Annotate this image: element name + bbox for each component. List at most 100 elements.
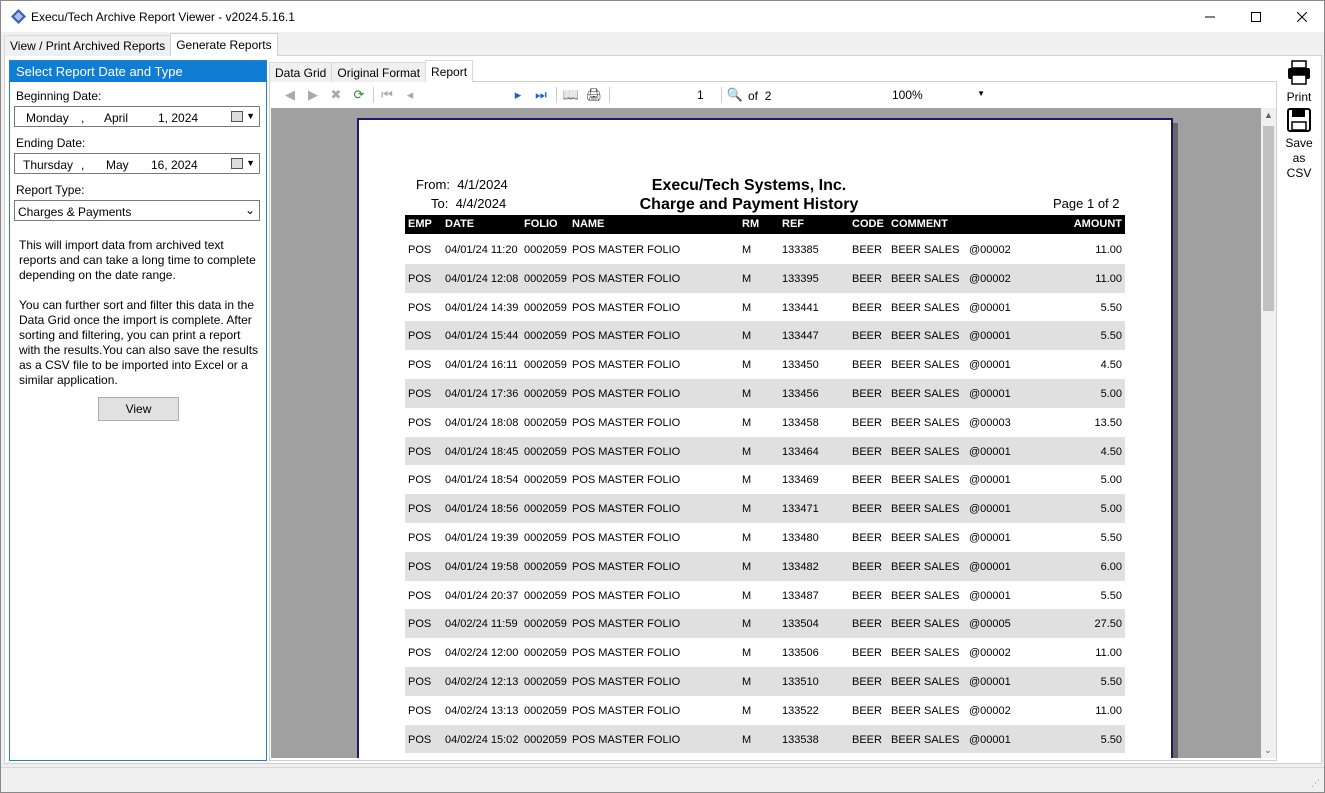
report-viewer-canvas: From: 4/1/2024 To: 4/4/2024 Execu/Tech S…	[271, 108, 1261, 758]
help-text-import: This will import data from archived text…	[19, 238, 256, 282]
last-page-icon[interactable]: ⏭	[533, 87, 549, 103]
tab-data-grid[interactable]: Data Grid	[269, 62, 333, 82]
first-page-icon[interactable]: ⏮	[379, 87, 395, 103]
toolbar-separator	[556, 87, 557, 103]
tab-report[interactable]: Report	[425, 60, 474, 82]
page-setup-icon[interactable]: 🖨	[586, 87, 603, 103]
table-row: POS 04/02/24 12:13 0002059 POS MASTER FOLIO…	[405, 666, 1125, 696]
cell-comment: BEER SALES	[891, 474, 960, 487]
cell-emp: POS	[408, 445, 432, 458]
cell-qty: @00001	[969, 474, 1011, 487]
cell-emp: POS	[408, 359, 432, 372]
stop-icon[interactable]: ✖	[328, 87, 344, 103]
zoom-select[interactable]: 100% ▼	[887, 86, 989, 104]
cell-rm: M	[742, 387, 752, 400]
cell-date: 04/02/24 11:59	[445, 618, 518, 631]
cell-folio: 0002059	[524, 474, 567, 487]
cell-comment: BEER SALES	[891, 733, 960, 746]
print-label: Print	[1286, 90, 1312, 104]
ending-date-picker[interactable]: Thursday , May 16, 2024 ▼	[14, 153, 260, 174]
maximize-button[interactable]	[1233, 1, 1279, 32]
cell-name: POS MASTER FOLIO	[572, 330, 681, 343]
cell-comment: BEER SALES	[891, 618, 960, 631]
cell-code: BEER	[852, 675, 882, 688]
cell-folio: 0002059	[524, 589, 567, 602]
toolbar-separator	[373, 87, 374, 103]
cell-emp: POS	[408, 704, 432, 717]
scroll-down-icon[interactable]: ⌄	[1264, 745, 1272, 756]
resize-grip-icon[interactable]: ⋰	[1311, 778, 1320, 789]
viewer-scrollbar[interactable]: ▲ ⌄	[1261, 108, 1276, 758]
close-button[interactable]	[1279, 1, 1325, 32]
cell-name: POS MASTER FOLIO	[572, 474, 681, 487]
cell-comment: BEER SALES	[891, 301, 960, 314]
cell-qty: @00001	[969, 503, 1011, 516]
cell-ref: 133456	[782, 387, 819, 400]
save-csv-button[interactable]: Save as CSV	[1280, 108, 1318, 181]
cell-code: BEER	[852, 330, 882, 343]
calendar-icon[interactable]	[231, 111, 243, 122]
tab-original-format[interactable]: Original Format	[331, 62, 427, 82]
minimize-button[interactable]	[1187, 1, 1233, 32]
cell-amount: 11.00	[1095, 244, 1122, 256]
chevron-down-icon[interactable]: ▼	[246, 111, 255, 121]
table-row: POS 04/01/24 15:44 0002059 POS MASTER FOLIO…	[405, 321, 1125, 351]
search-icon[interactable]: 🔍	[727, 87, 743, 103]
scroll-up-icon[interactable]: ▲	[1264, 110, 1273, 120]
col-name: NAME	[572, 218, 605, 230]
table-row: POS 04/01/24 12:08 0002059 POS MASTER FOLIO…	[405, 263, 1125, 293]
cell-ref: 133385	[782, 244, 819, 256]
cell-name: POS MASTER FOLIO	[572, 359, 681, 372]
print-button[interactable]: Print	[1280, 60, 1318, 105]
scrollbar-thumb[interactable]	[1263, 126, 1274, 311]
cell-qty: @00001	[969, 359, 1011, 372]
cell-comment: BEER SALES	[891, 387, 960, 400]
cell-rm: M	[742, 618, 752, 631]
cell-qty: @00002	[969, 244, 1011, 256]
cell-emp: POS	[408, 675, 432, 688]
print-layout-icon[interactable]: 📖	[563, 87, 579, 103]
chevron-down-icon[interactable]: ⌄	[245, 203, 255, 217]
cell-date: 04/02/24 13:13	[445, 704, 519, 717]
report-page-number: Page 1 of 2	[1053, 196, 1120, 211]
table-row: POS 04/02/24 13:13 0002059 POS MASTER FOLIO…	[405, 696, 1125, 725]
cell-date: 04/01/24 19:39	[445, 531, 519, 544]
forward-icon[interactable]: ▶	[305, 87, 321, 103]
previous-page-icon[interactable]: ◂	[402, 87, 418, 103]
cell-emp: POS	[408, 560, 432, 573]
beginning-month: April	[104, 111, 129, 125]
cell-emp: POS	[408, 474, 432, 487]
tab-generate-reports[interactable]: Generate Reports	[170, 33, 278, 56]
cell-code: BEER	[852, 647, 882, 660]
close-icon	[1297, 11, 1307, 22]
cell-date: 04/01/24 18:56	[445, 503, 519, 516]
cell-amount: 5.00	[1100, 474, 1122, 487]
cell-comment: BEER SALES	[891, 704, 960, 717]
cell-date: 04/01/24 18:08	[445, 416, 519, 429]
report-title-text: Charge and Payment History	[639, 196, 859, 213]
main-tab-strip: View / Print Archived Reports Generate R…	[4, 33, 278, 56]
cell-rm: M	[742, 647, 752, 660]
report-type-select[interactable]: Charges & Payments ⌄	[14, 200, 260, 221]
report-column-headers: EMP DATE FOLIO NAME RM REF CODE COMMENT …	[405, 215, 1125, 234]
cell-qty: @00001	[969, 560, 1011, 573]
refresh-icon[interactable]: ⟳	[351, 87, 367, 103]
cell-folio: 0002059	[524, 675, 567, 688]
view-button[interactable]: View	[98, 397, 179, 421]
cell-amount: 5.50	[1100, 675, 1122, 688]
next-page-icon[interactable]: ▸	[510, 87, 526, 103]
back-icon[interactable]: ◀	[282, 87, 298, 103]
cell-code: BEER	[852, 560, 882, 573]
cell-amount: 27.50	[1094, 618, 1122, 631]
tab-view-print-archived[interactable]: View / Print Archived Reports	[4, 35, 172, 56]
cell-comment: BEER SALES	[891, 503, 960, 516]
cell-name: POS MASTER FOLIO	[572, 301, 681, 314]
cell-name: POS MASTER FOLIO	[572, 445, 681, 458]
calendar-icon[interactable]	[231, 158, 243, 169]
col-rm: RM	[742, 218, 760, 230]
cell-rm: M	[742, 474, 752, 487]
cell-folio: 0002059	[524, 387, 567, 400]
chevron-down-icon[interactable]: ▼	[246, 158, 255, 168]
cell-emp: POS	[408, 647, 432, 660]
beginning-date-picker[interactable]: Monday , April 1, 2024 ▼	[14, 106, 260, 127]
